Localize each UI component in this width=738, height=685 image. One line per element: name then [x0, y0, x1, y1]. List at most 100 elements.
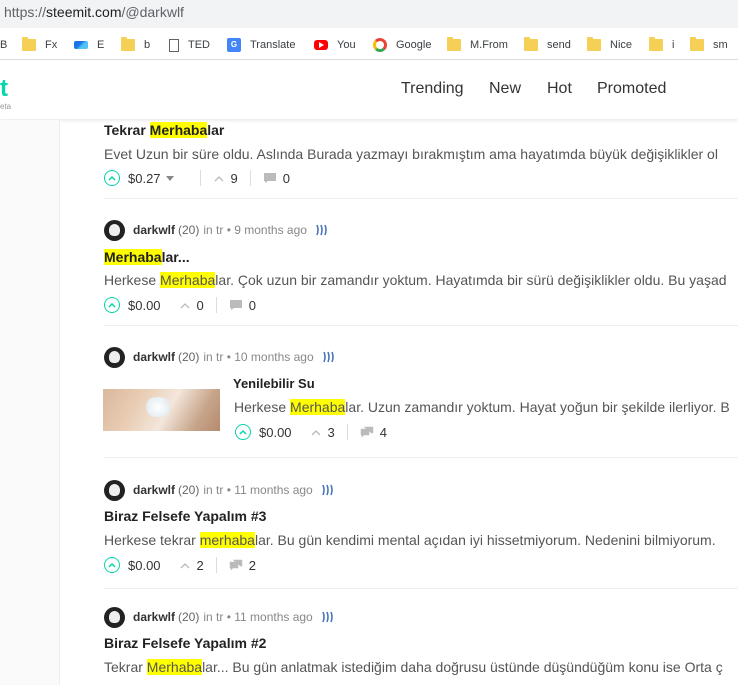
nav-promoted[interactable]: Promoted [597, 80, 666, 98]
steem-icon [316, 224, 327, 236]
folder-icon [22, 37, 36, 51]
body-highlight: Merhaba [146, 659, 203, 675]
vote-count[interactable]: 9 [231, 171, 238, 186]
post-title[interactable]: Merhabalar... [104, 249, 190, 265]
divider [215, 297, 217, 313]
chevron-up-icon [108, 175, 116, 181]
body-text: lar. Uzun zamandır yoktum. Hayat yoğun b… [345, 399, 730, 415]
site-header: t eta Trending New Hot Promoted [0, 61, 738, 119]
chevron-up-icon [108, 302, 116, 308]
site-logo[interactable]: t [0, 75, 8, 103]
post-body[interactable]: Herkese tekrar merhabalar. Bu gün kendim… [104, 532, 716, 548]
folder-icon [649, 37, 663, 51]
bookmark-b2[interactable]: b [121, 37, 150, 53]
post-author-line: darkwlf (20) in tr • 11 months ago [104, 606, 335, 628]
comment-count[interactable]: 2 [249, 558, 256, 573]
post-divider [104, 588, 738, 589]
vote-count[interactable]: 3 [328, 425, 335, 440]
bookmark-ted[interactable]: TED [169, 37, 210, 53]
divider [215, 557, 217, 573]
bookmark-translate[interactable]: G Translate [227, 37, 295, 53]
body-text: Herkese tekrar [104, 532, 200, 548]
post-body[interactable]: Herkese Merhabalar. Çok uzun bir zamandı… [104, 272, 727, 288]
author-name[interactable]: darkwlf [133, 223, 175, 237]
bookmark-mfrom[interactable]: M.From [447, 37, 508, 53]
post-footer: $0.00 0 0 [104, 296, 256, 314]
post-title[interactable]: Tekrar Merhabalar [104, 122, 224, 138]
avatar[interactable] [104, 606, 125, 628]
bookmark-nice[interactable]: Nice [587, 37, 632, 53]
title-text: lar... [161, 249, 190, 265]
body-text: lar. Bu gün kendimi mental açıdan iyi hi… [254, 532, 716, 548]
bookmark-label: send [547, 39, 571, 51]
author-name[interactable]: darkwlf [133, 483, 175, 497]
body-text: lar... Bu gün anlatmak istediğim daha do… [202, 659, 723, 675]
avatar[interactable] [104, 479, 125, 501]
post-meta: in tr • 11 months ago [203, 610, 313, 624]
body-text: Herkese [234, 399, 291, 415]
folder-icon [587, 37, 601, 51]
bookmark-google[interactable]: Google [373, 37, 431, 53]
post-title[interactable]: Biraz Felsefe Yapalım #3 [104, 508, 266, 524]
comment-count[interactable]: 0 [249, 298, 256, 313]
author-reputation: (20) [178, 223, 200, 237]
payout-value[interactable]: $0.00 [128, 558, 161, 573]
bookmark-label: Google [396, 39, 432, 51]
post-body[interactable]: Evet Uzun bir süre oldu. Aslında Burada … [104, 146, 718, 162]
comment-icon [229, 300, 242, 310]
post-thumbnail[interactable] [103, 389, 220, 431]
bookmark-label: sm [713, 39, 728, 51]
upvote-button[interactable] [104, 557, 120, 573]
bookmark-label: You [337, 39, 356, 51]
author-name[interactable]: darkwlf [133, 350, 175, 364]
vote-count[interactable]: 0 [197, 298, 204, 313]
avatar[interactable] [104, 219, 125, 241]
chevron-up-icon [108, 562, 116, 568]
bookmark-send[interactable]: send [524, 37, 571, 53]
bookmark-e[interactable]: E [74, 37, 104, 53]
google-translate-icon: G [227, 38, 241, 52]
browser-address-bar[interactable]: https://steemit.com/@darkwlf [0, 0, 738, 28]
post-author-line: darkwlf (20) in tr • 9 months ago [104, 219, 329, 241]
body-text: Herkese [104, 272, 161, 288]
payout-value[interactable]: $0.00 [128, 298, 161, 313]
avatar[interactable] [104, 346, 125, 368]
post-body[interactable]: Tekrar Merhabalar... Bu gün anlatmak ist… [104, 659, 723, 675]
upvote-button[interactable] [235, 424, 251, 440]
bookmark-youtube[interactable]: You [314, 37, 356, 53]
votes-chevron-icon [180, 303, 190, 309]
nav-hot[interactable]: Hot [547, 80, 572, 98]
post-footer: $0.27 9 0 [104, 169, 290, 187]
upvote-button[interactable] [104, 297, 120, 313]
bookmark-label: Nice [610, 39, 633, 51]
post-divider [104, 198, 738, 199]
bookmark-label: Translate [250, 39, 296, 51]
payout-value[interactable]: $0.27 [128, 171, 161, 186]
payout-value[interactable]: $0.00 [259, 425, 292, 440]
comment-count[interactable]: 0 [283, 171, 290, 186]
post-divider [104, 457, 738, 458]
author-name[interactable]: darkwlf [133, 610, 175, 624]
bookmark-i[interactable]: i [649, 37, 674, 53]
post-title[interactable]: Yenilebilir Su [233, 376, 315, 391]
bookmark-fx[interactable]: Fx [22, 37, 57, 53]
steem-icon [321, 484, 333, 496]
comment-count[interactable]: 4 [380, 425, 387, 440]
post-meta: in tr • 11 months ago [203, 483, 313, 497]
post-body[interactable]: Herkese Merhabalar. Uzun zamandır yoktum… [234, 399, 730, 415]
nav-new[interactable]: New [489, 80, 521, 98]
bookmark-b[interactable]: B [0, 37, 7, 53]
upvote-button[interactable] [104, 170, 120, 186]
steem-icon [322, 351, 334, 363]
post-author-line: darkwlf (20) in tr • 10 months ago [104, 346, 336, 368]
nav-trending[interactable]: Trending [401, 80, 464, 98]
post-title[interactable]: Biraz Felsefe Yapalım #2 [104, 635, 266, 651]
url-scheme: https:// [4, 4, 47, 20]
url-host: steemit.com [46, 4, 122, 20]
address-url[interactable]: https://steemit.com/@darkwlf [4, 4, 184, 20]
bookmark-sm[interactable]: sm [690, 37, 728, 53]
caret-down-icon[interactable] [165, 175, 174, 181]
body-highlight: merhaba [199, 532, 255, 548]
vote-count[interactable]: 2 [197, 558, 204, 573]
logo-subtitle: eta [0, 102, 12, 111]
